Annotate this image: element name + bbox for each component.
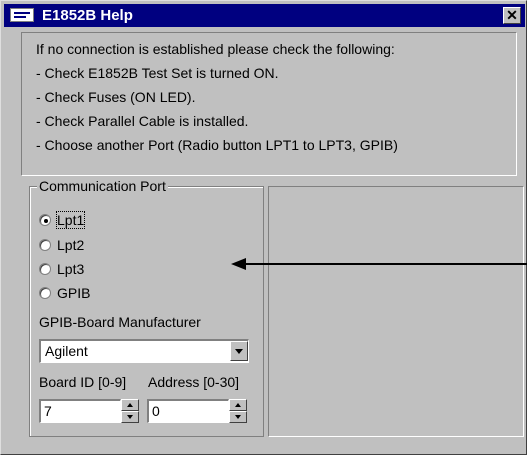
radio-label-lpt3[interactable]: Lpt3 — [57, 261, 84, 277]
communication-port-legend: Communication Port — [37, 178, 168, 194]
address-input[interactable]: 0 — [147, 399, 229, 423]
close-icon: ✕ — [506, 7, 518, 23]
manufacturer-value[interactable]: Agilent — [45, 343, 88, 359]
radio-circle[interactable] — [39, 263, 51, 275]
arrow-up-icon — [127, 403, 133, 407]
board-id-up-button[interactable] — [121, 399, 139, 411]
board-id-value[interactable]: 7 — [44, 403, 52, 419]
address-value[interactable]: 0 — [152, 403, 160, 419]
address-label: Address [0-30] — [148, 374, 240, 390]
board-id-input[interactable]: 7 — [39, 399, 121, 423]
info-line: - Check Fuses (ON LED). — [36, 89, 196, 105]
radio-circle[interactable] — [39, 214, 51, 226]
dropdown-button[interactable] — [230, 341, 248, 361]
close-button[interactable]: ✕ — [503, 7, 521, 24]
radio-selected-dot — [44, 219, 48, 223]
chevron-down-icon — [235, 349, 243, 354]
radio-circle[interactable] — [39, 239, 51, 251]
help-info-panel: If no connection is established please c… — [21, 32, 517, 176]
radio-label-lpt1[interactable]: Lpt1 — [55, 211, 86, 229]
app-window-icon — [10, 8, 34, 22]
manufacturer-select[interactable]: Agilent — [39, 339, 249, 363]
address-spinner[interactable] — [229, 399, 247, 423]
board-id-spinner[interactable] — [121, 399, 139, 423]
board-id-label: Board ID [0-9] — [39, 374, 127, 390]
title-bar[interactable]: E1852B Help ✕ — [4, 4, 525, 27]
window-title: E1852B Help — [42, 7, 133, 24]
info-line: If no connection is established please c… — [36, 41, 395, 57]
info-line: - Check Parallel Cable is installed. — [36, 113, 249, 129]
radio-label-gpib[interactable]: GPIB — [57, 285, 90, 301]
info-line: - Choose another Port (Radio button LPT1… — [36, 137, 398, 153]
address-down-button[interactable] — [229, 411, 247, 423]
address-up-button[interactable] — [229, 399, 247, 411]
arrow-down-icon — [127, 415, 133, 419]
manufacturer-label: GPIB-Board Manufacturer — [39, 314, 201, 330]
info-line: - Check E1852B Test Set is turned ON. — [36, 65, 279, 81]
radio-label-lpt2[interactable]: Lpt2 — [57, 237, 84, 253]
right-blank-panel — [268, 186, 524, 437]
board-id-down-button[interactable] — [121, 411, 139, 423]
arrow-down-icon — [235, 415, 241, 419]
radio-circle[interactable] — [39, 287, 51, 299]
callout-arrow-line — [244, 263, 527, 265]
arrow-up-icon — [235, 403, 241, 407]
callout-arrow-icon — [231, 258, 246, 270]
